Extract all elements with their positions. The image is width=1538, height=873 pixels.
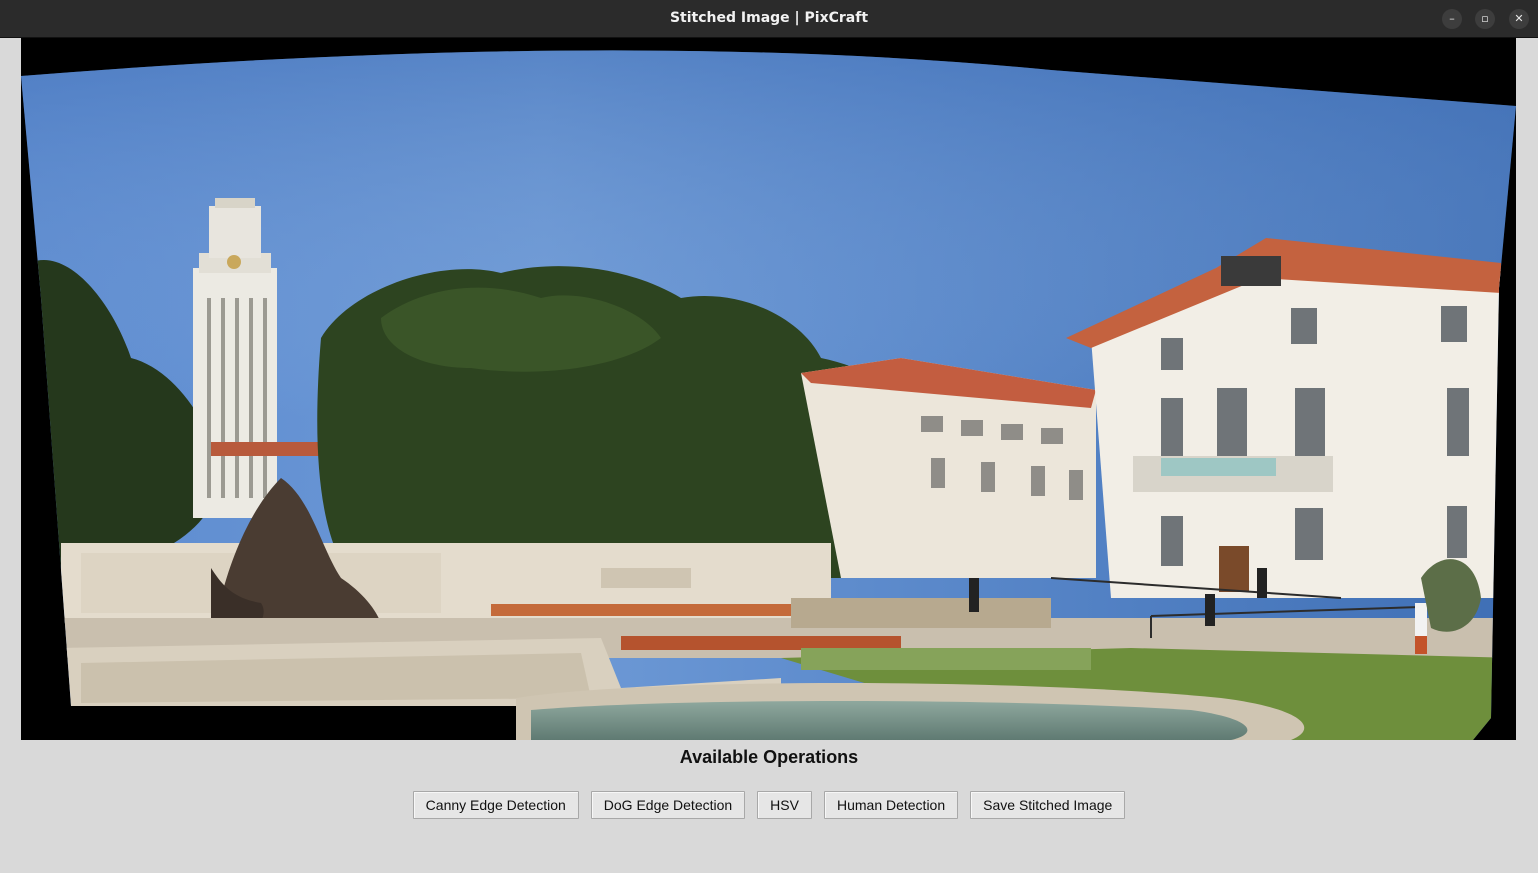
operations-heading: Available Operations [679,747,859,767]
hsv-button[interactable]: HSV [757,791,812,819]
maximize-icon[interactable]: ▫ [1475,9,1495,29]
dog-edge-detection-button[interactable]: DoG Edge Detection [590,791,746,819]
canny-edge-detection-button[interactable]: Canny Edge Detection [412,791,579,819]
window-titlebar: Stitched Image | PixCraft – ▫ ✕ [0,0,1538,38]
stitched-panorama-image [21,50,1516,740]
save-stitched-image-button[interactable]: Save Stitched Image [970,791,1126,819]
human-detection-button[interactable]: Human Detection [823,791,959,819]
window-title: Stitched Image | PixCraft [669,10,869,26]
minimize-icon[interactable]: – [1442,9,1462,29]
close-icon[interactable]: ✕ [1509,9,1529,29]
operations-toolbar: Canny Edge Detection DoG Edge Detection … [0,791,1538,819]
stitched-image-canvas [21,38,1516,740]
